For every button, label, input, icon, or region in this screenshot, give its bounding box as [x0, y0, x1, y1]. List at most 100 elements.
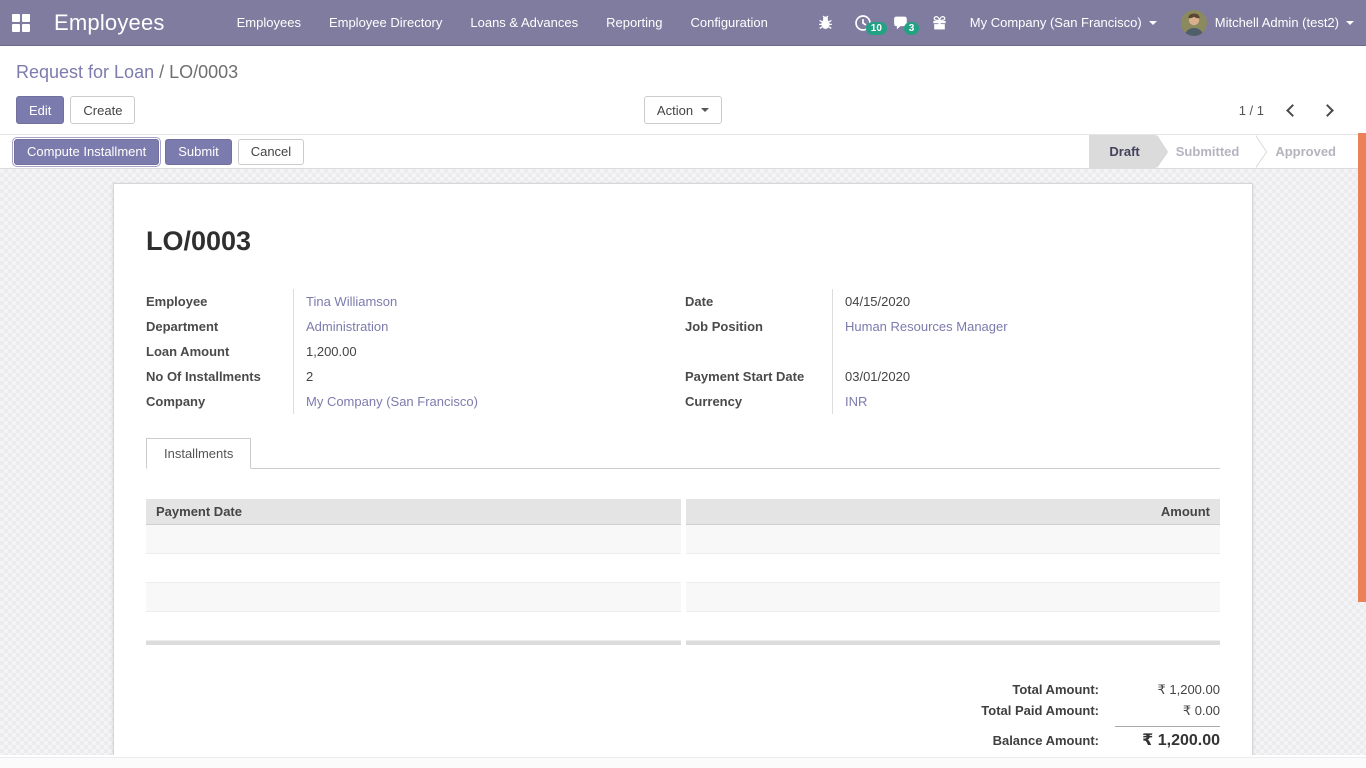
status-pipeline: Draft Submitted Approved: [1089, 135, 1352, 168]
field-label: Currency: [685, 389, 833, 414]
pager-next-icon[interactable]: [1321, 104, 1334, 117]
table-row: [686, 525, 1221, 554]
compute-installment-button[interactable]: Compute Installment: [14, 139, 159, 165]
status-step-draft[interactable]: Draft: [1089, 135, 1155, 168]
main-menu: Employees Employee Directory Loans & Adv…: [223, 0, 782, 46]
table-row: [686, 554, 1221, 583]
action-button-label: Action: [657, 103, 693, 118]
total-paid-amount-row: Total Paid Amount: ₹ 0.00: [981, 703, 1220, 719]
totals-summary: Total Amount: ₹ 1,200.00 Total Paid Amou…: [146, 677, 1220, 750]
field-label: Employee: [146, 289, 294, 314]
status-step-approved[interactable]: Approved: [1255, 135, 1352, 168]
record-title: LO/0003: [146, 226, 1220, 257]
control-panel-buttons-row: Edit Create Action 1 / 1: [16, 96, 1350, 124]
total-paid-amount-label: Total Paid Amount:: [981, 703, 1099, 718]
edit-button[interactable]: Edit: [16, 96, 64, 124]
field-payment-start-date: Payment Start Date 03/01/2020: [685, 364, 1220, 389]
form-statusbar: Compute Installment Submit Cancel Draft …: [0, 134, 1366, 169]
field-currency: Currency INR: [685, 389, 1220, 414]
field-column-left: Employee Tina Williamson Department Admi…: [146, 289, 681, 414]
field-loan-amount: Loan Amount 1,200.00: [146, 339, 681, 364]
user-menu[interactable]: Mitchell Admin (test2): [1169, 10, 1366, 36]
field-spacer: [685, 339, 1220, 364]
form-view-background: LO/0003 Employee Tina Williamson Departm…: [0, 169, 1366, 755]
cancel-button[interactable]: Cancel: [238, 139, 304, 165]
submit-button[interactable]: Submit: [165, 139, 231, 165]
date-value: 04/15/2020: [833, 294, 910, 309]
total-amount-value: ₹ 1,200.00: [1115, 682, 1220, 698]
field-label: Payment Start Date: [685, 364, 833, 389]
balance-amount-value: ₹ 1,200.00: [1115, 726, 1220, 750]
column-header-amount[interactable]: Amount: [686, 499, 1221, 525]
employee-link[interactable]: Tina Williamson: [294, 294, 397, 309]
menu-employee-directory[interactable]: Employee Directory: [315, 0, 456, 46]
total-paid-amount-value: ₹ 0.00: [1115, 703, 1220, 719]
pager-count: 1 / 1: [1239, 103, 1264, 118]
app-brand: Employees: [54, 10, 165, 36]
currency-link[interactable]: INR: [833, 394, 867, 409]
bug-icon[interactable]: [807, 14, 844, 31]
breadcrumb-separator: /: [154, 62, 169, 82]
breadcrumb: Request for Loan / LO/0003: [16, 60, 1350, 84]
tab-installments[interactable]: Installments: [146, 438, 251, 469]
message-count-badge: 3: [904, 22, 920, 35]
create-button[interactable]: Create: [70, 96, 135, 124]
systray: 10 3 My Company (San Francisco): [807, 10, 1366, 36]
control-panel: Request for Loan / LO/0003 Edit Create A…: [0, 46, 1366, 134]
installments-table: Payment Date Amount: [146, 499, 1220, 645]
menu-configuration[interactable]: Configuration: [676, 0, 781, 46]
table-footer-bar: [146, 641, 681, 645]
messages-chat-icon[interactable]: 3: [882, 14, 921, 32]
pager-previous-icon[interactable]: [1286, 104, 1299, 117]
company-name: My Company (San Francisco): [970, 15, 1142, 30]
avatar: [1181, 10, 1207, 36]
total-amount-row: Total Amount: ₹ 1,200.00: [1012, 682, 1220, 698]
table-row: [686, 612, 1221, 641]
field-employee: Employee Tina Williamson: [146, 289, 681, 314]
table-row: [146, 525, 681, 554]
field-label: Loan Amount: [146, 339, 294, 364]
gift-icon[interactable]: [921, 14, 958, 31]
field-label: Company: [146, 389, 294, 414]
field-date: Date 04/15/2020: [685, 289, 1220, 314]
field-column-right: Date 04/15/2020 Job Position Human Resou…: [685, 289, 1220, 414]
breadcrumb-parent-link[interactable]: Request for Loan: [16, 62, 154, 82]
field-label: No Of Installments: [146, 364, 294, 389]
field-department: Department Administration: [146, 314, 681, 339]
menu-employees[interactable]: Employees: [223, 0, 315, 46]
bottom-strip: [0, 757, 1366, 768]
balance-amount-row: Balance Amount: ₹ 1,200.00: [993, 724, 1220, 750]
top-navbar: Employees Employees Employee Directory L…: [0, 0, 1366, 46]
activities-clock-icon[interactable]: 10: [844, 14, 882, 32]
field-label: Job Position: [685, 314, 833, 339]
field-group: Employee Tina Williamson Department Admi…: [146, 289, 1220, 414]
total-amount-label: Total Amount:: [1012, 682, 1099, 697]
table-row: [146, 554, 681, 583]
table-footer-bar: [686, 641, 1221, 645]
menu-loans-advances[interactable]: Loans & Advances: [456, 0, 592, 46]
apps-grid-icon[interactable]: [12, 14, 30, 32]
status-step-submitted[interactable]: Submitted: [1156, 135, 1256, 168]
menu-reporting[interactable]: Reporting: [592, 0, 676, 46]
action-button[interactable]: Action: [644, 96, 722, 124]
payment-start-date-value: 03/01/2020: [833, 369, 910, 384]
column-header-payment-date[interactable]: Payment Date: [146, 499, 681, 525]
company-link[interactable]: My Company (San Francisco): [294, 394, 478, 409]
table-right-columns: Amount: [686, 499, 1221, 645]
form-sheet: LO/0003 Employee Tina Williamson Departm…: [113, 183, 1253, 755]
table-row: [146, 583, 681, 612]
chevron-down-icon: [1149, 21, 1157, 25]
field-no-of-installments: No Of Installments 2: [146, 364, 681, 389]
company-switcher[interactable]: My Company (San Francisco): [958, 15, 1169, 30]
job-position-link[interactable]: Human Resources Manager: [833, 319, 1008, 334]
field-label: Department: [146, 314, 294, 339]
field-job-position: Job Position Human Resources Manager: [685, 314, 1220, 339]
table-row: [146, 612, 681, 641]
table-left-columns: Payment Date: [146, 499, 681, 645]
chevron-down-icon: [701, 108, 709, 112]
scrollbar-thumb[interactable]: [1358, 133, 1366, 602]
pager: 1 / 1: [1239, 103, 1350, 118]
chevron-down-icon: [1346, 21, 1354, 25]
department-link[interactable]: Administration: [294, 319, 388, 334]
user-name: Mitchell Admin (test2): [1215, 15, 1339, 30]
